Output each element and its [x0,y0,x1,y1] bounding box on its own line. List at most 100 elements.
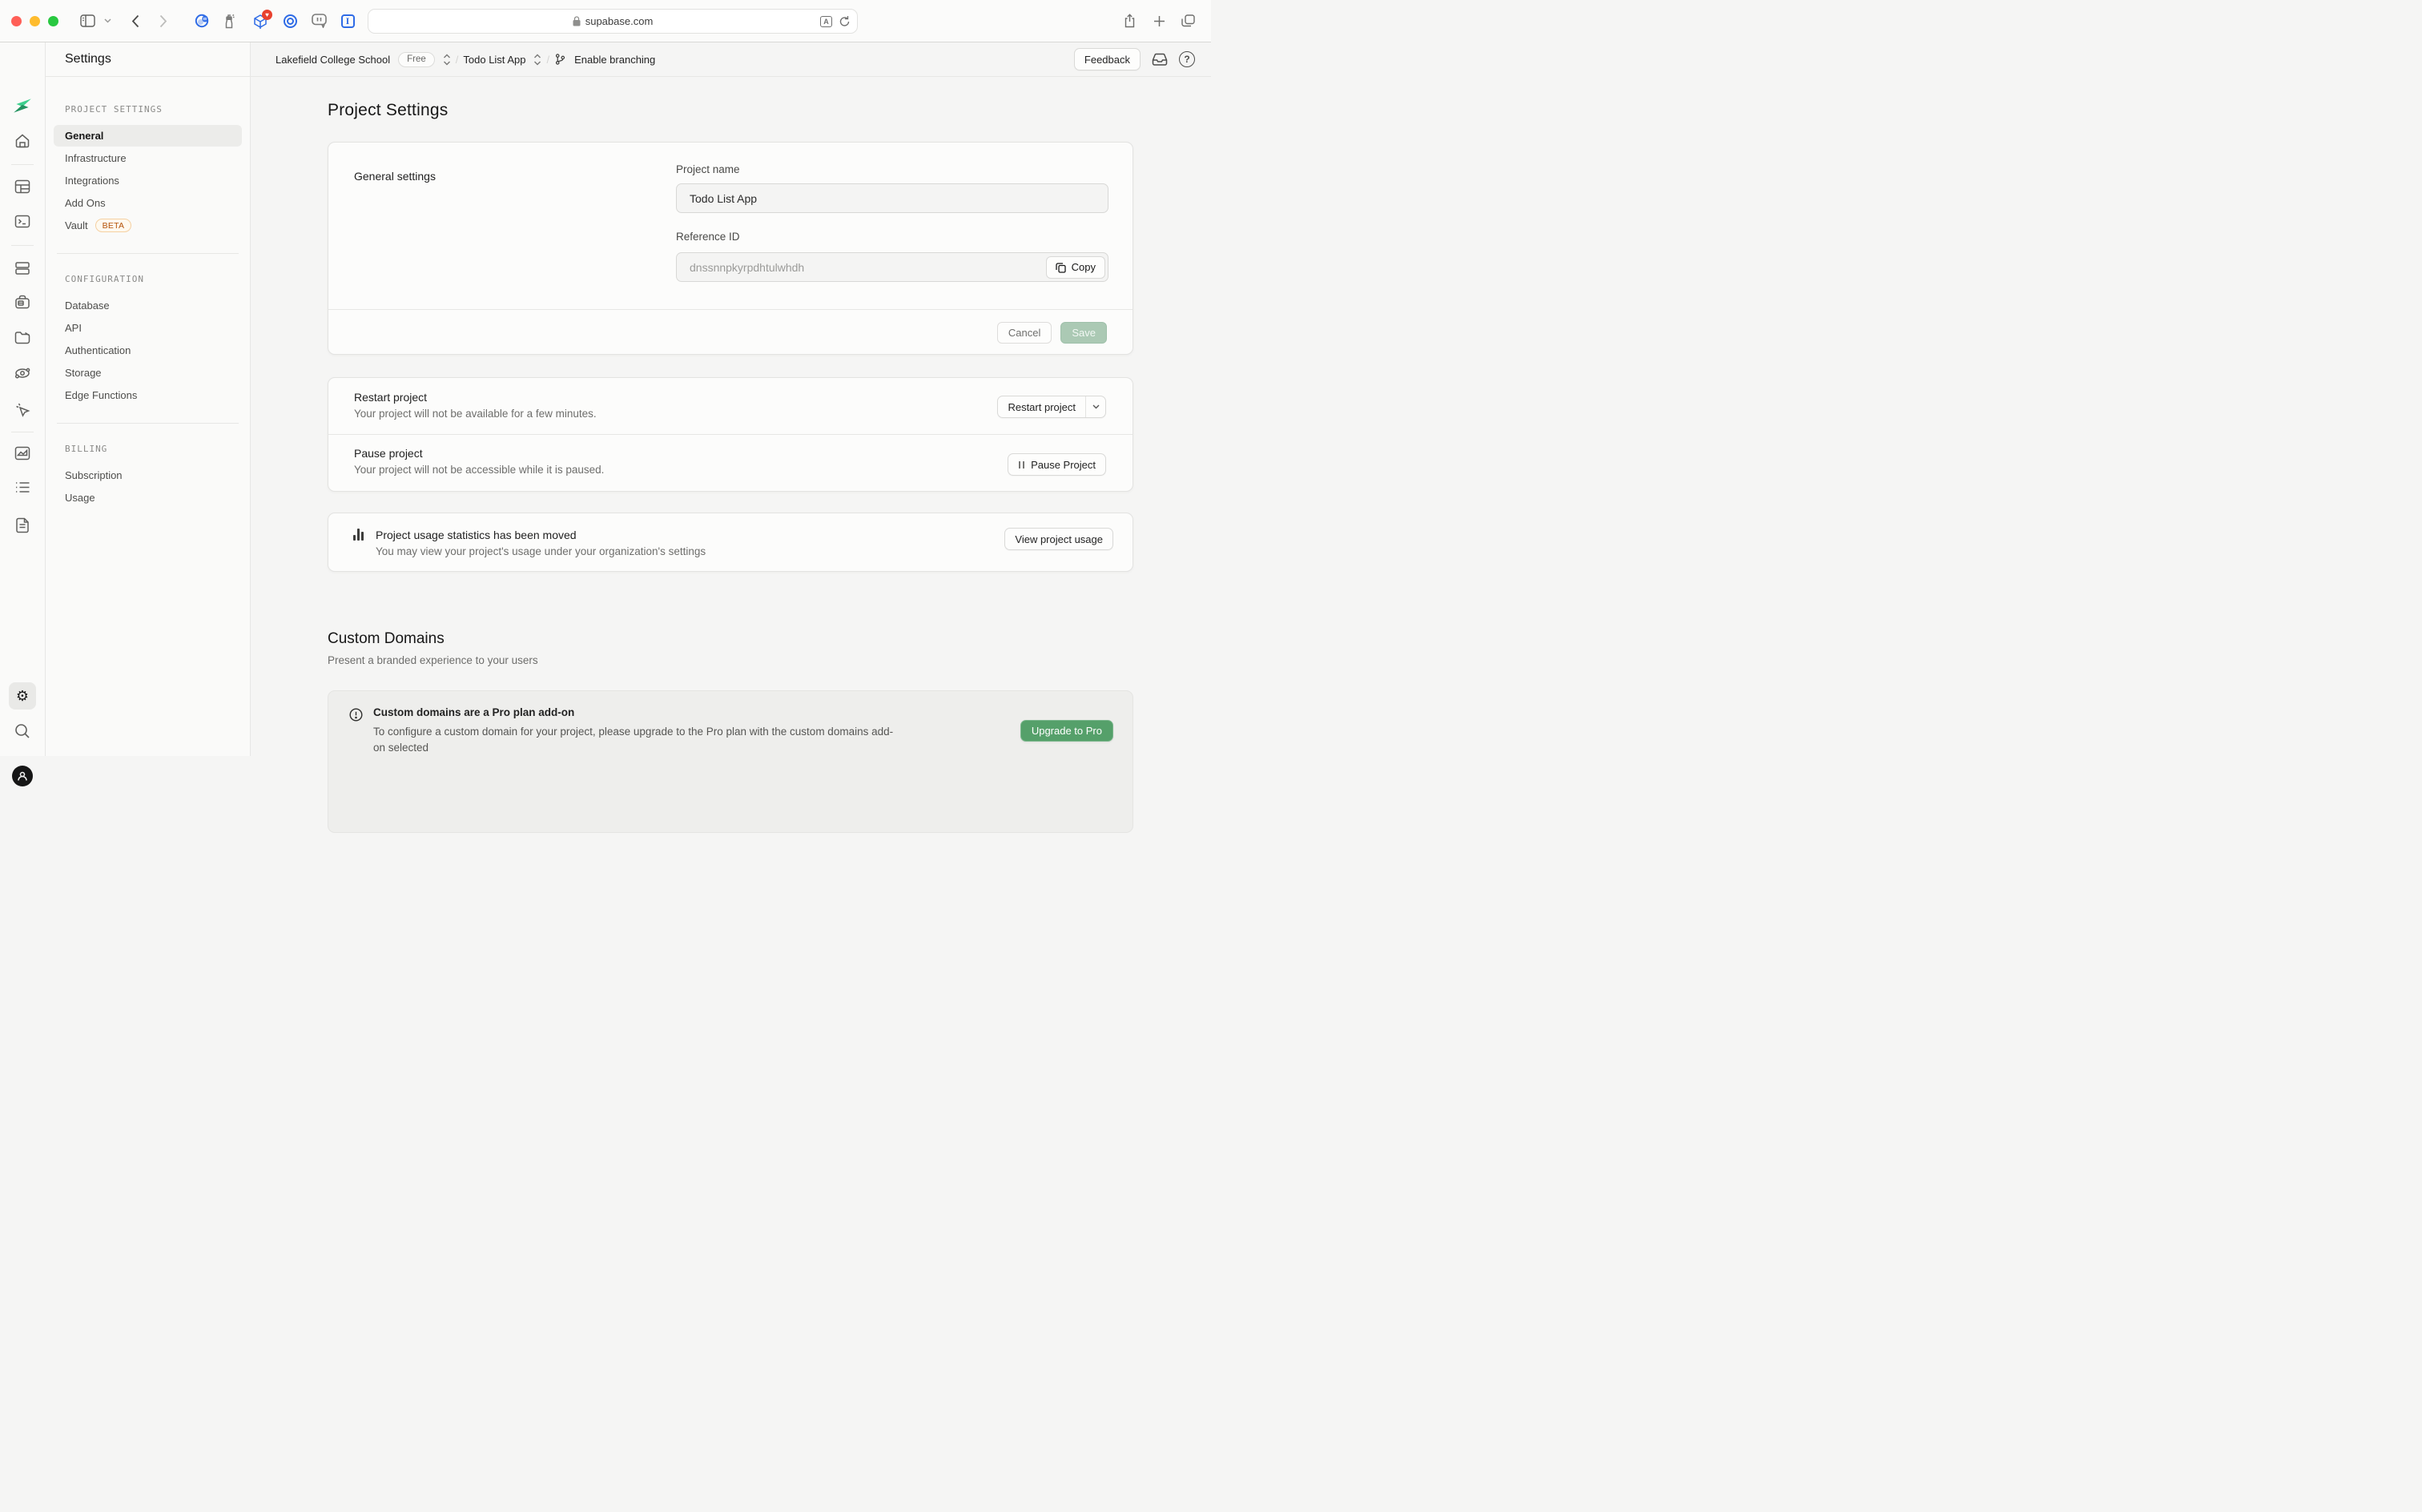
search-icon[interactable] [14,723,30,739]
upgrade-to-pro-button[interactable]: Upgrade to Pro [1020,720,1113,742]
feedback-button[interactable]: Feedback [1074,48,1141,70]
pro-addon-body-line1: To configure a custom domain for your pr… [373,726,893,738]
database-icon[interactable] [14,261,30,275]
settings-icon[interactable]: ⚙ [9,682,36,710]
extension-cube-heart-icon[interactable]: ♥ [250,10,271,31]
heart-badge-icon: ♥ [262,10,272,20]
sidebar-item-add-ons[interactable]: Add Ons [54,192,242,214]
screen: ♥ I supabase.com A [0,0,1211,756]
sidebar-title: Settings [46,42,250,77]
help-icon[interactable]: ? [1179,51,1195,67]
rail-divider [11,245,34,246]
card-footer-divider [328,309,1133,310]
sidebar-item-usage[interactable]: Usage [54,487,242,509]
custom-domains-panel: Custom domains are a Pro plan add-on To … [328,690,1133,833]
settings-content: Project Settings General settings Projec… [251,77,1211,756]
authentication-icon[interactable] [15,295,30,309]
reference-id-label: Reference ID [676,231,1108,243]
extension-spray-icon[interactable] [219,10,240,31]
extension-ring-icon[interactable] [280,10,300,31]
sidebar-toggle-icon[interactable] [77,10,98,31]
pause-project-button[interactable]: Pause Project [1008,453,1106,476]
sidebar-item-database[interactable]: Database [54,295,242,316]
sidebar-item-edge-functions[interactable]: Edge Functions [54,384,242,406]
sidebar-chevron-down-icon[interactable] [101,10,114,31]
enable-branching-button[interactable]: Enable branching [554,53,655,66]
supabase-logo[interactable] [12,95,33,116]
reload-icon[interactable] [839,16,850,27]
sidebar-item-storage[interactable]: Storage [54,362,242,384]
pro-addon-title: Custom domains are a Pro plan add-on [373,706,574,718]
sidebar-item-api[interactable]: API [54,317,242,339]
sql-editor-icon[interactable] [14,215,30,228]
restart-project-button[interactable]: Restart project [998,396,1085,417]
breadcrumb-project[interactable]: Todo List App [463,54,525,66]
project-switcher-icon[interactable] [533,54,541,66]
app-shell: ⚙ Settings PROJECT SETTINGS General Infr… [0,42,1211,756]
pause-title: Pause project [354,447,423,460]
usage-moved-card: Project usage statistics has been moved … [328,513,1133,572]
sidebar-item-integrations[interactable]: Integrations [54,170,242,191]
breadcrumb-separator: / [546,54,549,66]
extension-clock-icon[interactable] [191,10,212,31]
zoom-window-button[interactable] [48,16,58,26]
sidebar-item-infrastructure[interactable]: Infrastructure [54,147,242,169]
sidebar-item-vault[interactable]: VaultBETA [54,215,242,236]
back-button[interactable] [125,10,146,31]
breadcrumb-org[interactable]: Lakefield College School [276,54,390,66]
minimize-window-button[interactable] [30,16,40,26]
main-area: Lakefield College School Free / Todo Lis… [251,42,1211,756]
project-name-label: Project name [676,163,1108,175]
page-title: Project Settings [328,101,448,120]
extension-reader-icon[interactable]: I [337,10,358,31]
restart-options-chevron-icon[interactable] [1085,396,1105,417]
inbox-icon[interactable] [1152,52,1168,66]
bar-chart-icon [353,529,364,541]
user-avatar[interactable] [12,766,33,786]
translate-icon[interactable]: A [820,16,832,27]
realtime-icon[interactable] [14,401,30,417]
home-icon[interactable] [14,133,30,149]
forward-button[interactable] [153,10,174,31]
traffic-lights [11,16,58,26]
git-branch-icon [554,53,566,66]
nav-rail: ⚙ [0,42,46,756]
usage-moved-description: You may view your project's usage under … [376,545,706,557]
rail-divider [11,164,34,165]
restart-description: Your project will not be available for a… [354,408,597,420]
breadcrumb-separator: / [456,54,459,66]
sidebar-item-subscription[interactable]: Subscription [54,464,242,486]
pro-addon-body-line2: on selected [373,742,428,754]
table-editor-icon[interactable] [14,179,30,194]
usage-moved-title: Project usage statistics has been moved [376,529,577,541]
plan-badge[interactable]: Free [398,52,435,67]
sidebar-item-authentication[interactable]: Authentication [54,340,242,361]
logs-icon[interactable] [15,481,30,493]
extension-bubble-icon[interactable] [308,10,329,31]
new-tab-icon[interactable] [1149,10,1169,31]
org-switcher-icon[interactable] [443,54,451,66]
reports-icon[interactable] [14,446,30,460]
api-docs-icon[interactable] [16,517,30,533]
section-label-configuration: CONFIGURATION [65,274,242,284]
project-name-input[interactable]: Todo List App [676,183,1108,213]
restart-project-split-button: Restart project [997,396,1106,418]
share-icon[interactable] [1119,10,1140,31]
sidebar-divider [57,253,239,254]
edge-functions-icon[interactable] [14,366,31,380]
view-project-usage-button[interactable]: View project usage [1004,528,1113,550]
card-row-divider [328,434,1133,435]
save-button[interactable]: Save [1060,322,1107,344]
section-label-billing: BILLING [65,444,242,454]
sidebar-item-general[interactable]: General [54,125,242,147]
beta-badge: BETA [95,219,132,232]
cancel-button[interactable]: Cancel [997,322,1052,344]
custom-domains-subtitle: Present a branded experience to your use… [328,654,538,666]
address-bar[interactable]: supabase.com A [368,9,858,34]
tabs-overview-icon[interactable] [1177,10,1198,31]
close-window-button[interactable] [11,16,22,26]
card-section-title: General settings [354,170,436,183]
lock-icon [573,16,581,26]
storage-icon[interactable] [14,331,30,344]
copy-button[interactable]: Copy [1046,256,1105,279]
